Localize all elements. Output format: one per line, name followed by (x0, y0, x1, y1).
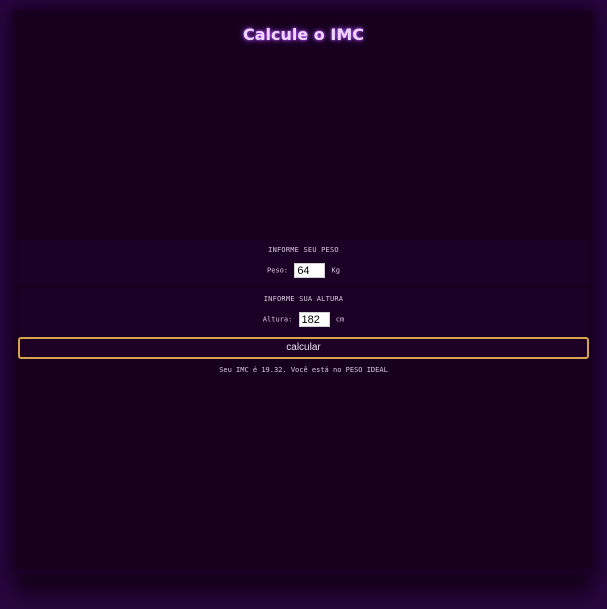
page-title: Calcule o IMC (243, 25, 364, 44)
height-section: INFORME SUA ALTURA Altura: cm (18, 289, 589, 335)
height-row: Altura: cm (18, 312, 589, 327)
height-unit: cm (335, 315, 345, 324)
height-section-label: INFORME SUA ALTURA (263, 295, 344, 303)
weight-label: Peso: (267, 266, 289, 275)
result-text: Seu IMC é 19.32. Você está no PESO IDEAL (219, 366, 388, 374)
calculate-button[interactable]: calcular (18, 337, 589, 359)
weight-section-label: INFORME SEU PESO (268, 246, 339, 254)
weight-section: INFORME SEU PESO Peso: Kg (18, 240, 589, 286)
weight-unit: Kg (331, 266, 340, 275)
height-label: Altura: (262, 315, 293, 324)
weight-row: Peso: Kg (18, 263, 589, 278)
weight-input[interactable] (294, 263, 326, 278)
height-input[interactable] (298, 312, 330, 327)
